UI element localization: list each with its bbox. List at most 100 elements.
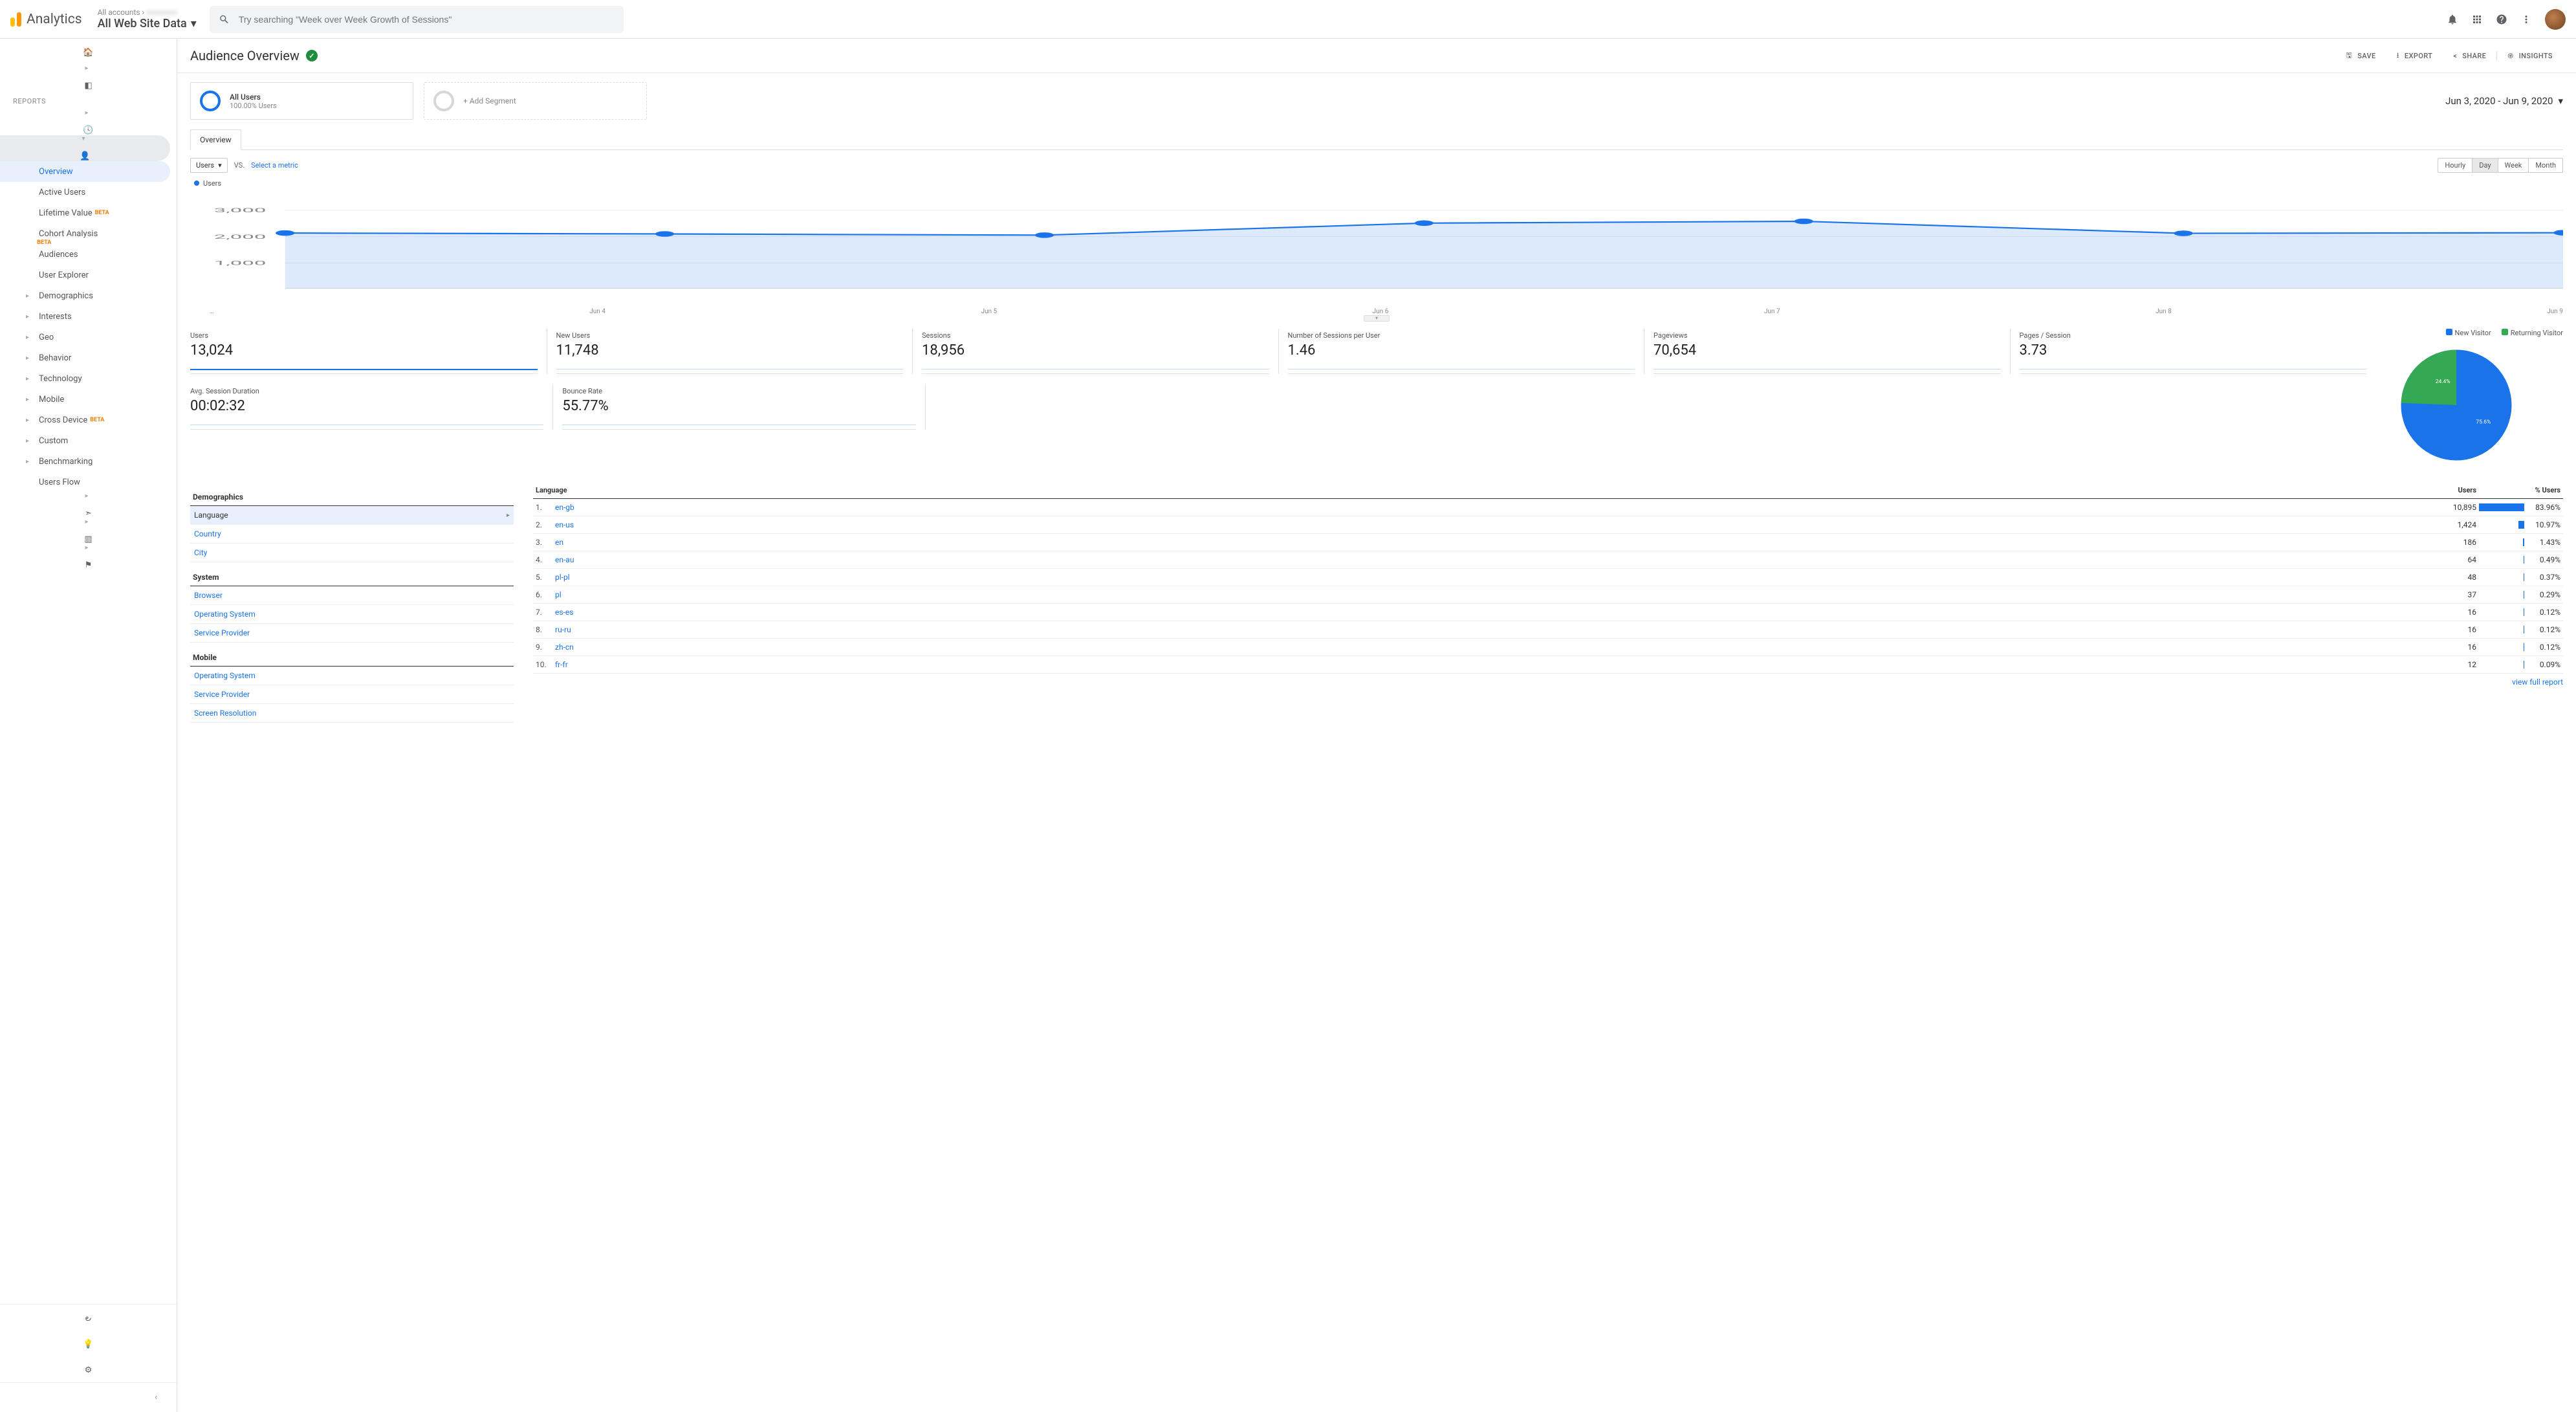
share-button[interactable]: <SHARE [2443,52,2496,60]
nav-admin[interactable]: ⚙Admin [0,1356,177,1382]
nav-behavior-sub[interactable]: ▸Behavior [0,347,177,368]
select-metric-link[interactable]: Select a metric [251,161,298,170]
nav-attribution[interactable]: ౿AttributionBETA [0,1305,177,1330]
search-input[interactable] [239,14,615,25]
table-row[interactable]: 9.zh-cn160.12% [533,639,2563,656]
breadcrumb[interactable]: All accounts › xxxxxxxx [98,8,197,17]
nav-cohort-analysis[interactable]: Cohort AnalysisBETA [0,223,177,244]
nav-technology[interactable]: ▸Technology [0,368,177,389]
segment-icon [200,91,221,111]
table-row[interactable]: 8.ru-ru160.12% [533,621,2563,639]
ga-logo[interactable]: Analytics [10,12,98,27]
search-icon [219,14,230,25]
nav-discover[interactable]: 💡Discover [0,1330,177,1356]
sparkline [190,362,538,374]
gran-day[interactable]: Day [2472,159,2497,172]
view-full-report-link[interactable]: view full report [2512,678,2563,687]
notifications-icon[interactable] [2447,14,2458,25]
dim-sp[interactable]: Service Provider [190,624,514,643]
dim-os[interactable]: Operating System [190,605,514,624]
language-table: Language Users % Users 1.en-gb10,89583.9… [533,482,2563,723]
export-button[interactable]: ⭳EXPORT [2386,50,2443,62]
chevron-right-icon: ▸ [507,512,510,519]
nav-mobile[interactable]: ▸Mobile [0,389,177,410]
metric-bounce-rate[interactable]: Bounce Rate55.77% [562,384,925,430]
collapse-nav[interactable]: ‹ [0,1382,177,1412]
nav-user-explorer[interactable]: User Explorer [0,265,177,285]
metric-avg-session-duration[interactable]: Avg. Session Duration00:02:32 [190,384,553,430]
chevron-down-icon: ▾ [218,161,222,170]
date-range-picker[interactable]: Jun 3, 2020 - Jun 9, 2020▾ [2445,82,2563,120]
metric-users[interactable]: Users13,024 [190,329,547,374]
nav-home[interactable]: 🏠Home [0,39,177,65]
apps-icon[interactable] [2471,14,2483,25]
table-row[interactable]: 1.en-gb10,89583.96% [533,499,2563,516]
insights-icon: ֎ [2507,51,2513,61]
line-chart[interactable]: 3,000 2,000 1,000 [190,192,2563,289]
tab-overview[interactable]: Overview [190,129,241,150]
chevron-left-icon: ‹ [155,1393,157,1402]
metric-pages-session[interactable]: Pages / Session3.73 [2020,329,2376,374]
nav-custom[interactable]: ▸Custom [0,430,177,451]
nav-realtime[interactable]: ▸🕓Realtime [0,109,177,135]
table-row[interactable]: 10.fr-fr120.09% [533,656,2563,674]
table-row[interactable]: 7.es-es160.12% [533,604,2563,621]
help-icon[interactable] [2496,14,2507,25]
gran-month[interactable]: Month [2528,159,2562,172]
nav-users-flow[interactable]: Users Flow [0,472,177,492]
segment-all-users[interactable]: All Users 100.00% Users [190,82,413,120]
dim-city[interactable]: City [190,544,514,562]
view-selector[interactable]: All Web Site Data▾ [98,17,197,30]
nav-behavior[interactable]: ▸▥Behavior [0,518,177,544]
nav-audience[interactable]: ▾👤Audience [0,135,170,161]
nav-demographics[interactable]: ▸Demographics [0,285,177,306]
nav-geo[interactable]: ▸Geo [0,327,177,347]
dimension-list: Demographics Language▸ Country City Syst… [190,482,514,723]
nav-customization[interactable]: ▸◧Customization [0,65,177,91]
pie-chart[interactable]: 24.4% 75.6% [2395,344,2518,467]
avatar[interactable] [2545,9,2566,30]
verified-icon: ✓ [306,50,318,61]
dim-m-sp[interactable]: Service Provider [190,685,514,704]
download-icon: ⭳ [2397,50,2399,62]
search[interactable] [210,6,624,33]
dim-country[interactable]: Country [190,525,514,544]
nav-active-users[interactable]: Active Users [0,182,177,203]
left-nav: 🏠Home ▸◧Customization REPORTS ▸🕓Realtime… [0,39,177,1412]
metric-scorecards: Users13,024New Users11,748Sessions18,956… [190,329,2375,469]
metric-pageviews[interactable]: Pageviews70,654 [1654,329,2011,374]
nav-interests[interactable]: ▸Interests [0,306,177,327]
dim-language[interactable]: Language▸ [190,506,514,525]
nav-lifetime-value[interactable]: Lifetime ValueBETA [0,203,177,223]
drag-handle[interactable]: ▾ [1364,315,1390,322]
table-row[interactable]: 4.en-au640.49% [533,551,2563,569]
insights-button[interactable]: ֎INSIGHTS [2496,51,2563,61]
table-row[interactable]: 6.pl370.29% [533,586,2563,604]
page-title: Audience Overview ✓ [190,48,318,63]
dim-browser[interactable]: Browser [190,586,514,605]
metric-picker[interactable]: Users▾ [190,158,228,173]
metric-new-users[interactable]: New Users11,748 [556,329,913,374]
nav-audience-overview[interactable]: Overview [0,161,170,182]
nav-conversions[interactable]: ▸⚑Conversions [0,544,177,570]
nav-audiences[interactable]: Audiences [0,244,177,265]
dim-m-sr[interactable]: Screen Resolution [190,704,514,723]
table-row[interactable]: 2.en-us1,42410.97% [533,516,2563,534]
table-row[interactable]: 5.pl-pl480.37% [533,569,2563,586]
gran-week[interactable]: Week [2498,159,2529,172]
sparkline [562,418,915,430]
nav-benchmarking[interactable]: ▸Benchmarking [0,451,177,472]
nav-cross-device[interactable]: ▸Cross DeviceBETA [0,410,177,430]
legend-dot [194,181,199,186]
gran-hourly[interactable]: Hourly [2438,159,2472,172]
add-segment[interactable]: + Add Segment [424,82,647,120]
nav-acquisition[interactable]: ▸➣Acquisition [0,492,177,518]
metric-number-of-sessions-per-user[interactable]: Number of Sessions per User1.46 [1288,329,1645,374]
svg-text:3,000: 3,000 [214,206,267,214]
more-icon[interactable] [2520,14,2532,25]
dim-m-os[interactable]: Operating System [190,667,514,685]
save-button[interactable]: 🖫SAVE [2335,50,2386,62]
dim-cat-mobile: Mobile [190,649,514,667]
table-row[interactable]: 3.en1861.43% [533,534,2563,551]
metric-sessions[interactable]: Sessions18,956 [922,329,1279,374]
